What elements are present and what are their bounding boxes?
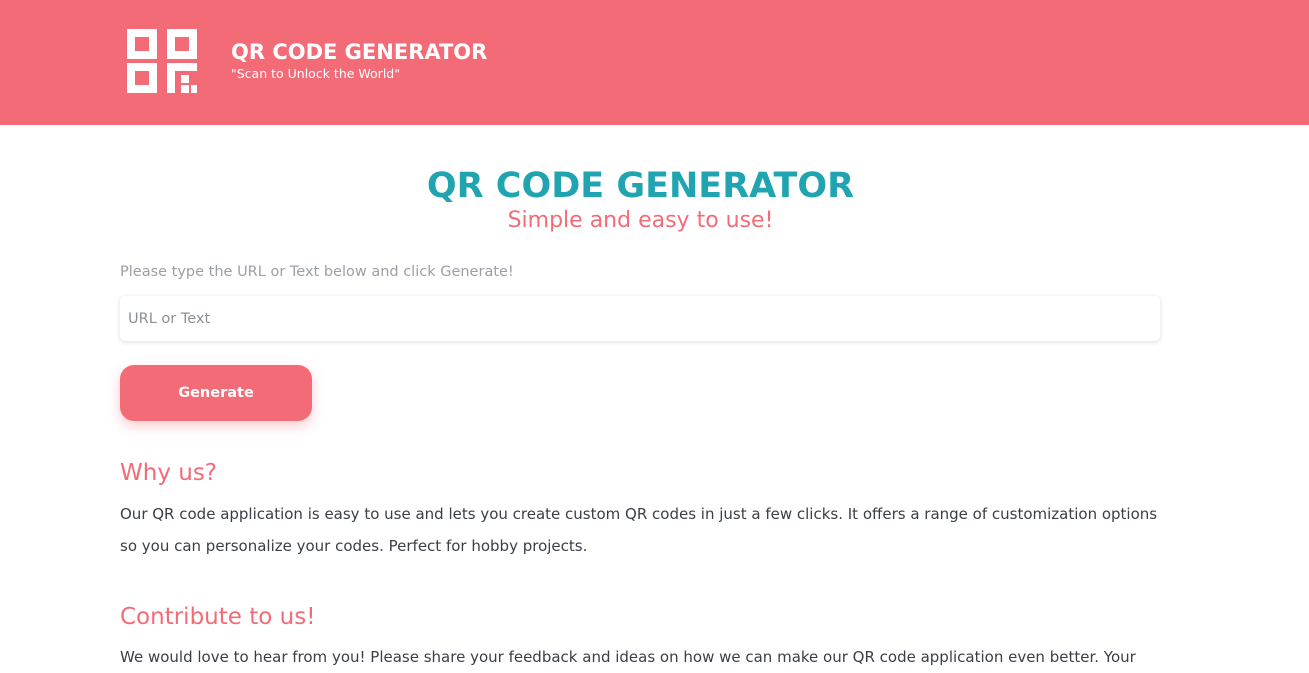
qr-code-icon[interactable] [127,29,199,93]
page-title: QR CODE GENERATOR [426,166,855,206]
why-us-text: Our QR code application is easy to use a… [120,505,1158,555]
contribute-text: We would love to hear from you! Please s… [120,648,1136,666]
input-instruction: Please type the URL or Text below and cl… [120,264,514,280]
site-header: QR CODE GENERATOR "Scan to Unlock the Wo… [0,0,1309,125]
brand-title: QR CODE GENERATOR [231,40,488,64]
generate-button[interactable]: Generate [120,365,312,421]
contribute-heading: Contribute to us! [120,604,316,630]
why-us-heading: Why us? [120,460,218,486]
url-or-text-input[interactable] [120,296,1160,341]
brand-tagline: "Scan to Unlock the World" [231,66,400,81]
page-subtitle: Simple and easy to use! [507,208,774,233]
